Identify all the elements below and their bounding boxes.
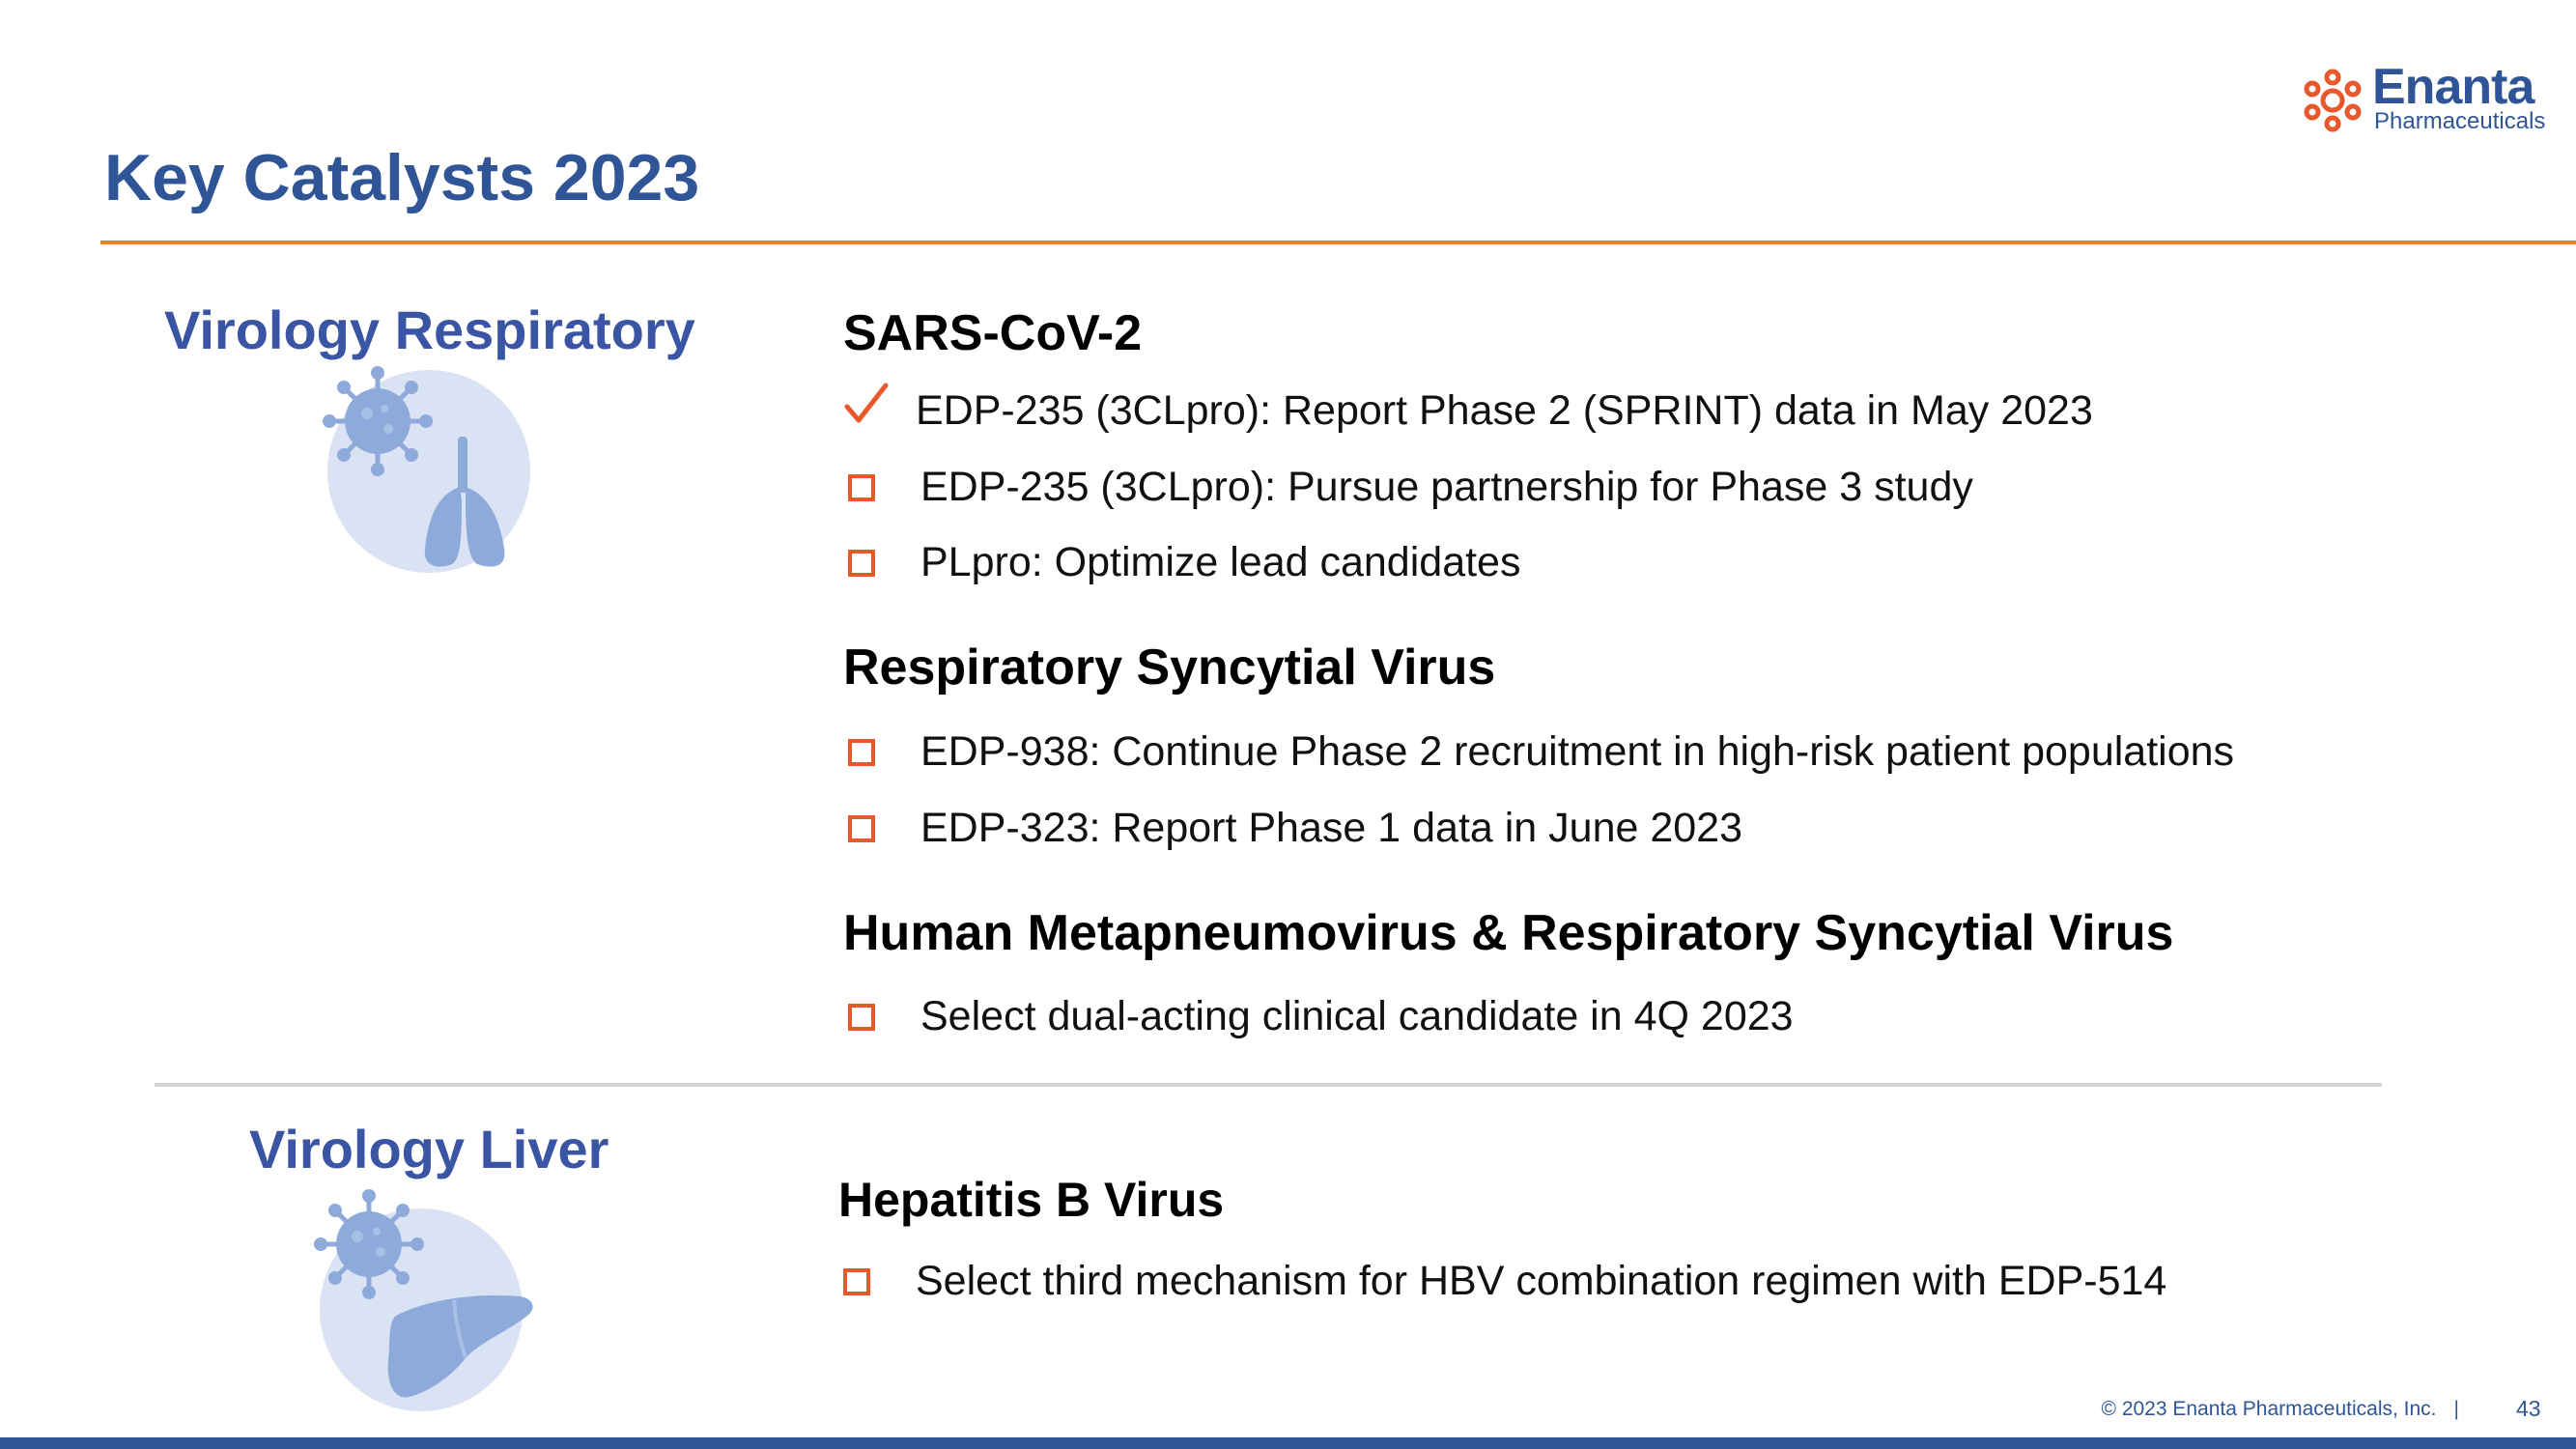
footer-bar xyxy=(0,1437,2576,1449)
checkbox-icon xyxy=(848,473,875,501)
section-divider xyxy=(155,1083,2382,1087)
enanta-logo-icon xyxy=(2304,69,2362,132)
catalyst-text: EDP-235 (3CLpro): Pursue partnership for… xyxy=(920,464,1973,510)
catalyst-item: EDP-938: Continue Phase 2 recruitment in… xyxy=(848,731,2234,773)
copyright-text: © 2023 Enanta Pharmaceuticals, Inc. xyxy=(2101,1398,2437,1420)
catalyst-text: Select dual-acting clinical candidate in… xyxy=(920,993,1794,1039)
checkbox-icon xyxy=(848,814,875,842)
virus-liver-icon xyxy=(314,1189,533,1411)
logo-wordmark: Enanta xyxy=(2372,59,2534,115)
catalyst-item: EDP-323: Report Phase 1 data in June 202… xyxy=(848,808,1742,849)
footer-copyright: © 2023 Enanta Pharmaceuticals, Inc. | xyxy=(2102,1399,2477,1419)
catalyst-item: Select third mechanism for HBV combinati… xyxy=(843,1261,2166,1302)
catalyst-item: EDP-235 (3CLpro): Report Phase 2 (SPRINT… xyxy=(843,383,2093,434)
catalyst-item: EDP-235 (3CLpro): Pursue partnership for… xyxy=(848,467,1973,508)
slide-title: Key Catalysts 2023 xyxy=(104,141,700,214)
group-title-sars-cov-2: SARS-CoV-2 xyxy=(843,305,1143,361)
group-title-hbv: Hepatitis B Virus xyxy=(838,1173,1225,1227)
catalyst-text: EDP-323: Report Phase 1 data in June 202… xyxy=(920,805,1743,851)
company-logo: Enanta Pharmaceuticals xyxy=(2301,59,2545,139)
checkmark-icon xyxy=(844,383,889,422)
catalyst-text: PLpro: Optimize lead candidates xyxy=(920,539,1521,585)
catalyst-item: PLpro: Optimize lead candidates xyxy=(848,542,1520,583)
group-title-hmpv-rsv: Human Metapneumovirus & Respiratory Sync… xyxy=(843,905,2174,961)
checkbox-icon xyxy=(843,1267,870,1295)
area-heading-respiratory: Virology Respiratory xyxy=(164,299,695,360)
catalyst-text: Select third mechanism for HBV combinati… xyxy=(916,1258,2167,1304)
catalyst-text: EDP-938: Continue Phase 2 recruitment in… xyxy=(920,728,2235,775)
checkbox-icon xyxy=(848,1003,875,1031)
page-number: 43 xyxy=(2516,1396,2541,1421)
title-divider xyxy=(100,241,2576,244)
area-heading-liver: Virology Liver xyxy=(249,1119,609,1179)
footer-separator: | xyxy=(2453,1398,2459,1420)
catalyst-text: EDP-235 (3CLpro): Report Phase 2 (SPRINT… xyxy=(916,387,2093,434)
checkbox-icon xyxy=(848,549,875,577)
checkbox-icon xyxy=(848,738,875,766)
catalyst-item: Select dual-acting clinical candidate in… xyxy=(848,996,1794,1037)
logo-subtitle: Pharmaceuticals xyxy=(2374,108,2546,134)
group-title-rsv: Respiratory Syncytial Virus xyxy=(843,639,1496,696)
virus-lungs-icon xyxy=(323,366,530,573)
